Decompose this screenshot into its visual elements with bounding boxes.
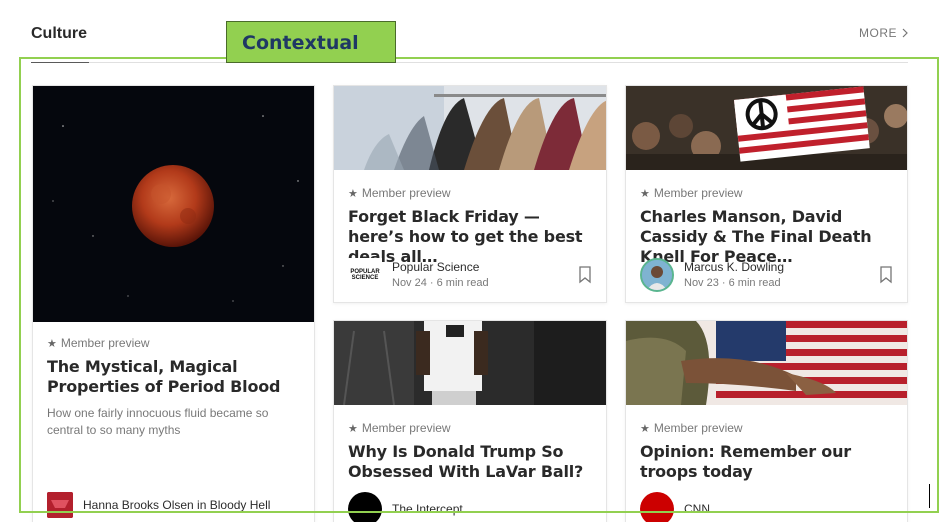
story-card-remember-troops[interactable]: ★ Member preview Opinion: Remember our t… [625,320,908,522]
soldier-salute-image[interactable] [626,321,907,405]
author-name[interactable]: The Intercept [392,501,592,517]
star-icon: ★ [348,422,358,435]
story-subtitle[interactable]: How one fairly innocuous fluid became so… [47,405,300,439]
peace-flag-image[interactable] [626,86,907,170]
member-preview-label: ★ Member preview [348,186,451,200]
section-divider [31,62,908,63]
story-card-charles-manson[interactable]: ★ Member preview Charles Manson, David C… [625,85,908,303]
author-avatar[interactable] [640,258,674,292]
member-preview-label: ★ Member preview [640,421,743,435]
author-name[interactable]: Hanna Brooks Olsen in Bloody Hell [83,497,300,513]
clothing-rack-image[interactable] [334,86,606,170]
the-intercept-avatar[interactable] [348,492,382,522]
section-title-underline [31,62,89,63]
publication-avatar[interactable] [47,492,73,518]
more-label: MORE [859,26,897,40]
author-name[interactable]: Marcus K. Dowling [684,259,879,275]
author-name[interactable]: CNN [684,501,893,517]
story-title[interactable]: The Mystical, Magical Properties of Peri… [47,357,300,397]
star-icon: ★ [640,422,650,435]
lavar-ball-image[interactable] [334,321,606,405]
bookmark-icon[interactable] [879,266,893,284]
cnn-avatar[interactable] [640,492,674,522]
blood-moon-image[interactable] [33,86,314,322]
contextual-annotation-label: Contextual [226,21,396,63]
story-title[interactable]: Opinion: Remember our troops today [640,442,893,482]
post-meta: Nov 23 · 6 min read [684,277,781,289]
author-name[interactable]: Popular Science [392,259,578,275]
story-card-black-friday[interactable]: ★ Member preview Forget Black Friday — h… [333,85,607,303]
bookmark-icon[interactable] [578,266,592,284]
section-title[interactable]: Culture [31,25,87,43]
post-meta: Nov 24 · 6 min read [392,277,489,289]
popular-science-logo[interactable]: POPULAR SCIENCE [348,258,382,292]
star-icon: ★ [348,187,358,200]
more-link[interactable]: MORE [859,26,908,40]
story-title[interactable]: Why Is Donald Trump So Obsessed With LaV… [348,442,592,482]
story-card-lavar-ball[interactable]: ★ Member preview Why Is Donald Trump So … [333,320,607,522]
star-icon: ★ [640,187,650,200]
star-icon: ★ [47,337,57,350]
member-preview-label: ★ Member preview [640,186,743,200]
text-cursor [929,484,930,508]
member-preview-label: ★ Member preview [348,421,451,435]
member-preview-label: ★ Member preview [47,336,150,350]
chevron-right-icon [902,28,908,38]
story-card-period-blood[interactable]: ★ Member preview The Mystical, Magical P… [32,85,315,522]
